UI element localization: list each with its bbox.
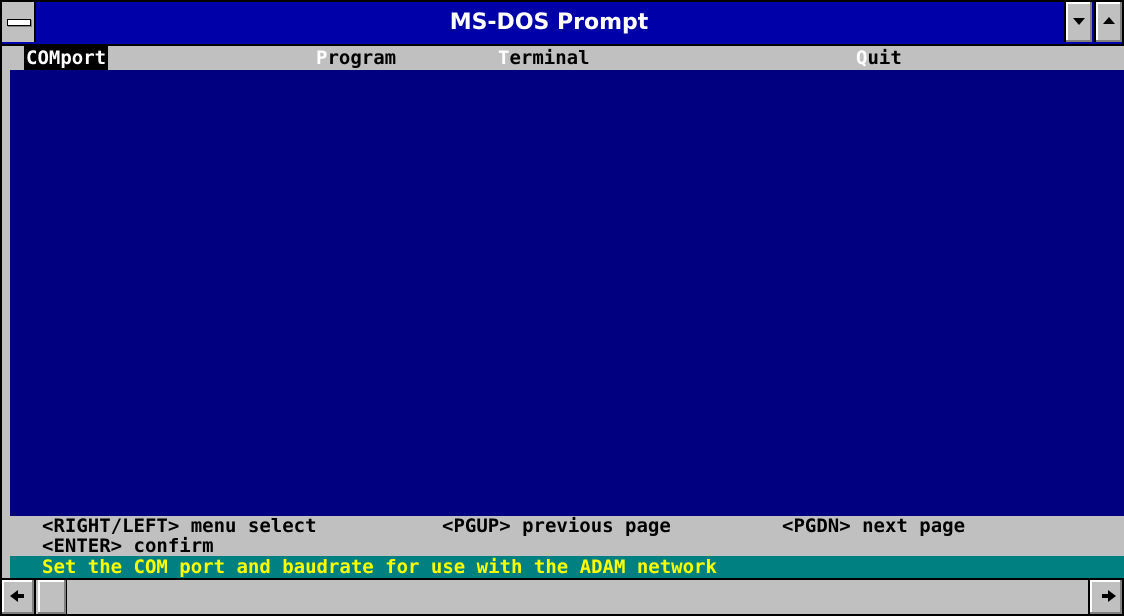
- scroll-right-button[interactable]: [1088, 580, 1122, 614]
- menu-quit-label: uit: [867, 47, 902, 69]
- scroll-thumb[interactable]: [38, 580, 67, 614]
- help-next-page: <PGDN> next page: [782, 515, 966, 537]
- system-menu-button[interactable]: [2, 2, 36, 42]
- menu-terminal-label: erminal: [509, 47, 590, 69]
- title-bar[interactable]: MS-DOS Prompt: [2, 2, 1122, 46]
- menu-terminal-hotkey: T: [498, 47, 510, 69]
- menu-program[interactable]: Program: [316, 46, 396, 70]
- maximize-button[interactable]: [1094, 2, 1122, 42]
- menu-comport-label: COMport: [26, 47, 107, 69]
- menu-terminal[interactable]: Terminal: [498, 46, 590, 70]
- arrow-left-icon: [10, 590, 24, 602]
- system-menu-icon: [7, 19, 31, 26]
- menu-bar: COMport Program Terminal Quit: [10, 46, 1124, 70]
- maximize-icon: [1103, 17, 1115, 24]
- menu-program-label: rogram: [327, 47, 397, 69]
- menu-quit[interactable]: Quit: [856, 46, 902, 70]
- dos-screen[interactable]: COMport Program Terminal Quit <RIGHT/LEF…: [10, 46, 1124, 578]
- status-line: Set the COM port and baudrate for use wi…: [10, 556, 1124, 578]
- minimize-button[interactable]: [1064, 2, 1092, 42]
- menu-quit-hotkey: Q: [856, 47, 868, 69]
- menu-program-hotkey: P: [316, 47, 328, 69]
- horizontal-scrollbar[interactable]: [2, 578, 1122, 614]
- help-menu-select: <RIGHT/LEFT> menu select: [42, 515, 317, 537]
- scroll-left-button[interactable]: [2, 580, 36, 614]
- help-confirm: <ENTER> confirm: [42, 535, 214, 557]
- help-previous-page: <PGUP> previous page: [442, 515, 671, 537]
- menu-comport[interactable]: COMport: [24, 46, 109, 70]
- minimize-icon: [1073, 18, 1085, 25]
- help-bar: <RIGHT/LEFT> menu select <PGUP> previous…: [10, 516, 1124, 556]
- arrow-right-icon: [1102, 590, 1116, 602]
- window-title: MS-DOS Prompt: [449, 10, 649, 35]
- ms-dos-window: MS-DOS Prompt COMport Program Terminal Q…: [0, 0, 1124, 616]
